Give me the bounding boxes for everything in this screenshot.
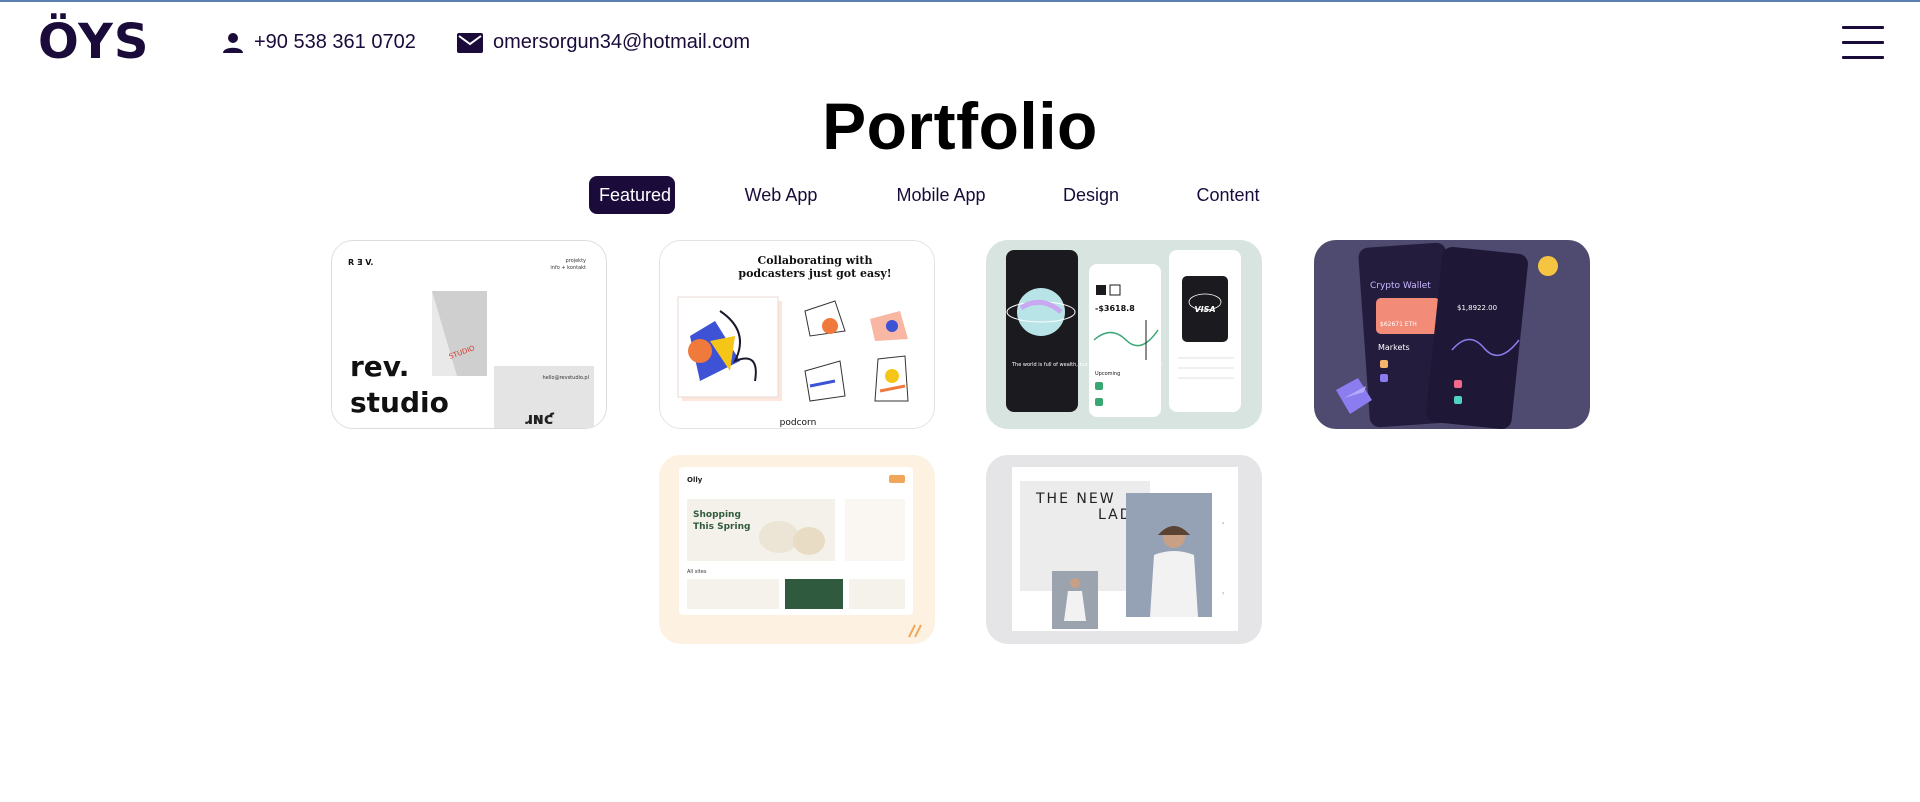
portfolio-card-crypto-wallet[interactable]: Crypto Wallet $62671 ETH Markets $1,8922… <box>1314 240 1590 429</box>
mail-icon <box>457 32 483 53</box>
rev-email: hello@revstudio.pl <box>543 375 589 381</box>
podcorn-thumbnail: Collaborating with podcasters just got e… <box>660 241 934 428</box>
olly-shop-thumbnail: Olly Shopping This Spring All sites <box>659 455 935 644</box>
olly-headline-line2: This Spring <box>693 522 750 532</box>
finance-upcoming: Upcoming <box>1095 371 1120 377</box>
crypto-markets: Markets <box>1378 343 1410 352</box>
tab-featured[interactable]: Featured <box>589 176 675 214</box>
podcorn-headline-line2: podcasters just got easy! <box>738 267 891 280</box>
crypto-amount1: $62671 ETH <box>1380 321 1417 328</box>
tab-web-app[interactable]: Web App <box>736 176 826 214</box>
hamburger-menu-button[interactable] <box>1842 26 1884 60</box>
menu-line-icon <box>1842 26 1884 29</box>
phone-contact[interactable]: +90 538 361 0702 <box>222 31 416 54</box>
finance-app-thumbnail: The world is full of wealth, but it lack… <box>986 240 1262 429</box>
new-lady-thumbnail: THE NEW LADY › › <box>986 455 1262 644</box>
crypto-title: Crypto Wallet <box>1370 281 1431 291</box>
olly-brand: Olly <box>687 476 703 484</box>
svg-text:›: › <box>1222 520 1224 527</box>
finance-balance: -$3618.8 <box>1095 304 1135 313</box>
olly-section: All sites <box>687 569 707 575</box>
portfolio-card-podcorn[interactable]: Collaborating with podcasters just got e… <box>659 240 935 429</box>
rev-nav-projects: projekty <box>566 258 587 264</box>
email-contact[interactable]: omersorgun34@hotmail.com <box>457 31 750 54</box>
rev-brand: R Ǝ V. <box>348 258 373 267</box>
menu-line-icon <box>1842 41 1884 44</box>
svg-text:ɹɴƈ: ɹɴƈ <box>524 409 555 428</box>
portfolio-card-olly-shop[interactable]: Olly Shopping This Spring All sites <box>659 455 935 644</box>
olly-headline-line1: Shopping <box>693 510 741 520</box>
portfolio-card-new-lady[interactable]: THE NEW LADY › › <box>986 455 1262 644</box>
crypto-wallet-thumbnail: Crypto Wallet $62671 ETH Markets $1,8922… <box>1314 240 1590 429</box>
rev-title-line2: studio <box>350 386 449 419</box>
finance-card-brand: VISA <box>1194 305 1215 314</box>
site-logo[interactable]: ÖYS <box>38 14 149 70</box>
podcorn-headline-line1: Collaborating with <box>757 254 872 267</box>
tab-mobile-app[interactable]: Mobile App <box>888 176 994 214</box>
tab-content[interactable]: Content <box>1190 176 1266 214</box>
new-lady-headline-line1: THE NEW <box>1035 491 1116 507</box>
phone-number: +90 538 361 0702 <box>254 31 416 53</box>
page-title: Portfolio <box>822 89 1098 163</box>
svg-text:›: › <box>1222 590 1224 597</box>
person-icon <box>223 32 243 53</box>
podcorn-brand: podcorn <box>780 418 817 428</box>
crypto-amount2: $1,8922.00 <box>1457 304 1497 312</box>
email-address: omersorgun34@hotmail.com <box>493 31 751 53</box>
portfolio-filter-tabs: Featured Web App Mobile App Design Conte… <box>0 176 1920 214</box>
rev-title-line1: rev. <box>350 350 409 383</box>
menu-line-icon <box>1842 56 1884 59</box>
tab-design[interactable]: Design <box>1057 176 1125 214</box>
portfolio-card-rev-studio[interactable]: R Ǝ V. projekty info + kontakt STUDIO he… <box>331 240 607 429</box>
portfolio-card-finance-app[interactable]: The world is full of wealth, but it lack… <box>986 240 1262 429</box>
site-header: ÖYS +90 538 361 0702 omersorgun34@hotmai… <box>0 0 1920 90</box>
rev-studio-thumbnail: R Ǝ V. projekty info + kontakt STUDIO he… <box>332 241 606 428</box>
rev-nav-info: info + kontakt <box>550 265 586 271</box>
